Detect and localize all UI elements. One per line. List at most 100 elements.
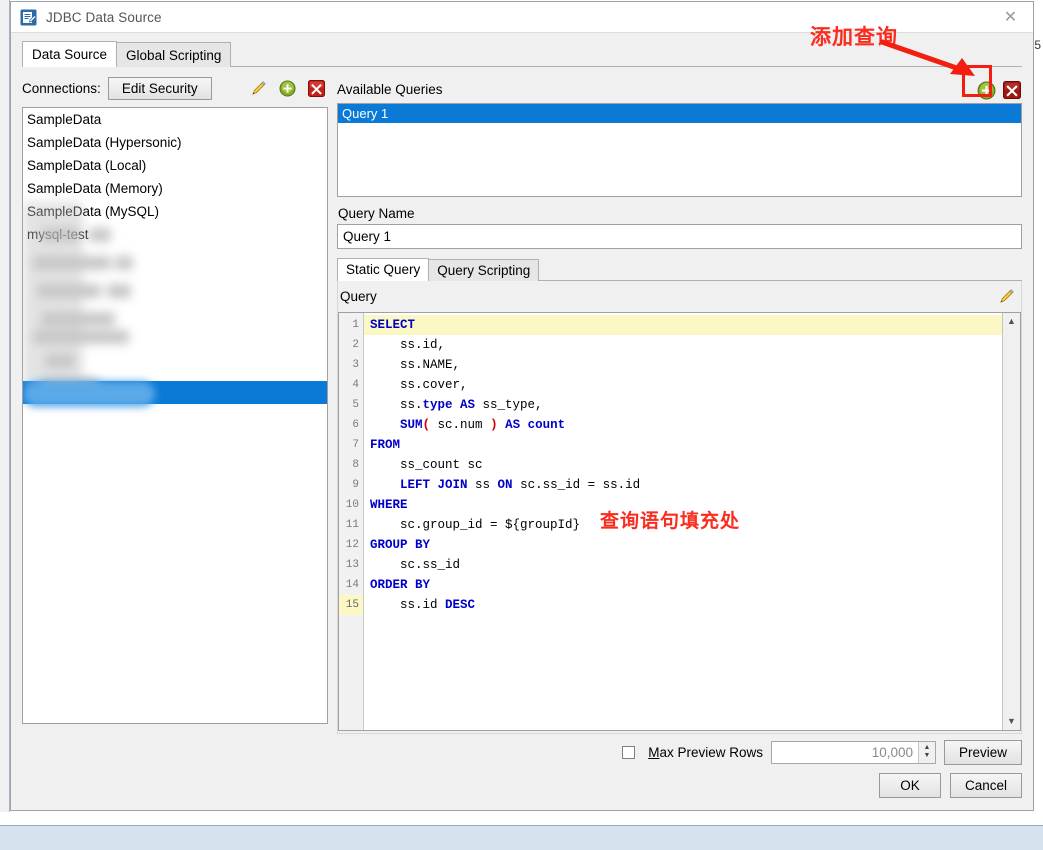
editor-code-line[interactable]: SUM( sc.num ) AS count (364, 415, 1002, 435)
dialog-title: JDBC Data Source (46, 9, 162, 25)
code-token: ( (422, 418, 431, 432)
sql-editor[interactable]: 1 2 3 4 5 6 7 8 9 10 11 12 13 14 15 SELECT ss.id, ss.N… (338, 312, 1021, 731)
editor-line-number: 4 (352, 379, 359, 391)
editor-code-line[interactable]: ss.id DESC (364, 595, 1002, 615)
cancel-button[interactable]: Cancel (949, 772, 1022, 798)
available-queries-icon-group (977, 80, 1022, 99)
stepper-down-icon[interactable]: ▼ (924, 752, 931, 760)
editor-code-line[interactable]: WHERE (364, 495, 1002, 515)
edit-pencil-icon[interactable] (250, 80, 267, 97)
max-preview-rows-checkbox[interactable] (622, 745, 636, 759)
query-section-label: Query (340, 289, 377, 304)
list-item[interactable]: SampleData (Hypersonic) (23, 131, 327, 154)
max-preview-rows-stepper[interactable]: 10,000 ▲ ▼ (770, 740, 936, 764)
preview-row: Max Preview Rows 10,000 ▲ ▼ Preview (22, 734, 1022, 770)
editor-line-number: 9 (352, 479, 359, 491)
editor-code-line[interactable]: ss.type AS ss_type, (364, 395, 1002, 415)
query-sub-tabs: Static Query Query Scripting (337, 258, 1022, 281)
editor-code-line[interactable]: ss.NAME, (364, 355, 1002, 375)
editor-code-line[interactable]: ss.cover, (364, 375, 1002, 395)
stepper-arrows[interactable]: ▲ ▼ (917, 741, 935, 763)
query-list-item[interactable]: Query 1 (338, 104, 1021, 123)
add-query-icon[interactable] (977, 81, 996, 99)
editor-code-line[interactable]: LEFT JOIN ss ON sc.ss_id = ss.id (364, 475, 1002, 495)
code-token: SUM (400, 418, 423, 432)
available-queries-toolbar: Available Queries (337, 75, 1022, 103)
delete-x-icon[interactable] (308, 79, 325, 97)
query-section-header: Query (338, 281, 1021, 312)
max-preview-rows-mnemonic: M (648, 744, 660, 760)
tab-static-query[interactable]: Static Query (337, 258, 430, 281)
code-token: ORDER BY (370, 578, 431, 592)
list-item[interactable]: mysql-test (23, 223, 327, 246)
editor-line-number: 1 (352, 319, 359, 331)
query-edit-pencil-icon[interactable] (998, 288, 1015, 305)
scroll-down-icon[interactable]: ▼ (1007, 713, 1016, 730)
stepper-up-icon[interactable]: ▲ (924, 744, 931, 752)
max-preview-rows-label: Max Preview Rows (648, 745, 763, 760)
list-item[interactable]: SampleData (23, 108, 327, 131)
editor-line-number: 11 (345, 519, 359, 531)
editor-code-line[interactable]: FROM (364, 435, 1002, 455)
dialog-action-buttons: OK Cancel (22, 770, 1022, 800)
editor-code-line[interactable]: GROUP BY (364, 535, 1002, 555)
list-item[interactable]: SampleData (MySQL) (23, 200, 327, 223)
code-token: ss_type, (475, 398, 543, 412)
preview-button[interactable]: Preview (943, 739, 1022, 765)
editor-code-line[interactable]: ss_count sc (364, 455, 1002, 475)
scroll-up-icon[interactable]: ▲ (1007, 313, 1016, 330)
code-token: SELECT (370, 318, 416, 332)
censored-region (23, 202, 163, 396)
list-item[interactable]: SampleData (Memory) (23, 177, 327, 200)
editor-line-numbers: 1 2 3 4 5 6 7 8 9 10 11 12 13 14 15 (339, 313, 364, 730)
list-item[interactable]: SampleData (Local) (23, 154, 327, 177)
tab-data-source[interactable]: Data Source (22, 41, 118, 67)
connections-list[interactable]: SampleData SampleData (Hypersonic) Sampl… (22, 107, 328, 724)
code-token: ss.cover, (400, 378, 468, 392)
editor-vertical-scrollbar[interactable]: ▲ ▼ (1002, 313, 1020, 730)
max-preview-rows-label-rest: ax Preview Rows (659, 744, 763, 760)
code-token: ss.NAME, (400, 358, 461, 372)
editor-code-line[interactable]: sc.group_id = ${groupId} (364, 515, 1002, 535)
backdrop-status-strip (0, 825, 1043, 850)
code-token: sc.ss_id = ss.id (512, 478, 641, 492)
list-item-selected-censored[interactable] (23, 381, 327, 404)
editor-code-line[interactable]: ss.id, (364, 335, 1002, 355)
query-name-input[interactable]: Query 1 (337, 224, 1022, 249)
editor-line-number: 14 (345, 579, 359, 591)
code-token: WHERE (370, 498, 408, 512)
edit-security-button[interactable]: Edit Security (107, 76, 212, 100)
code-token: sc.ss_id (400, 558, 461, 572)
jdbc-datasource-icon (20, 9, 37, 26)
queries-pane: Available Queries Query 1 Query Name Que… (328, 67, 1022, 734)
editor-line-number: 8 (352, 459, 359, 471)
code-token: ss_count sc (400, 458, 483, 472)
tab-global-scripting[interactable]: Global Scripting (116, 42, 232, 67)
editor-code-area[interactable]: SELECT ss.id, ss.NAME, ss.cover, ss.type… (364, 313, 1002, 730)
jdbc-data-source-dialog: JDBC Data Source ✕ Data Source Global Sc… (10, 1, 1034, 811)
code-token: sc.num (430, 418, 491, 432)
editor-code-line[interactable]: ORDER BY (364, 575, 1002, 595)
available-queries-list[interactable]: Query 1 (337, 103, 1022, 197)
editor-line-number: 7 (352, 439, 359, 451)
query-name-label: Query Name (338, 206, 415, 221)
max-preview-rows-value[interactable]: 10,000 (772, 745, 918, 760)
code-token: ss.id (400, 598, 446, 612)
editor-line-number: 13 (345, 559, 359, 571)
editor-code-line[interactable]: sc.ss_id (364, 555, 1002, 575)
ok-button[interactable]: OK (878, 772, 941, 798)
code-token: FROM (370, 438, 401, 452)
code-token: ss. (400, 398, 423, 412)
backdrop-partial-text: 5 (1034, 38, 1041, 52)
editor-code-line[interactable]: SELECT (364, 315, 1002, 335)
close-icon[interactable]: ✕ (988, 3, 1033, 32)
dialog-titlebar: JDBC Data Source ✕ (11, 2, 1033, 33)
tab-query-scripting[interactable]: Query Scripting (428, 259, 540, 281)
editor-line-number: 3 (352, 359, 359, 371)
dialog-footer: Max Preview Rows 10,000 ▲ ▼ Preview OK C… (11, 734, 1033, 810)
connections-toolbar: Connections: Edit Security (22, 75, 328, 101)
code-token: ) (490, 418, 498, 432)
delete-query-icon[interactable] (1003, 80, 1021, 99)
available-queries-label: Available Queries (337, 81, 443, 97)
add-plus-icon[interactable] (279, 80, 296, 97)
